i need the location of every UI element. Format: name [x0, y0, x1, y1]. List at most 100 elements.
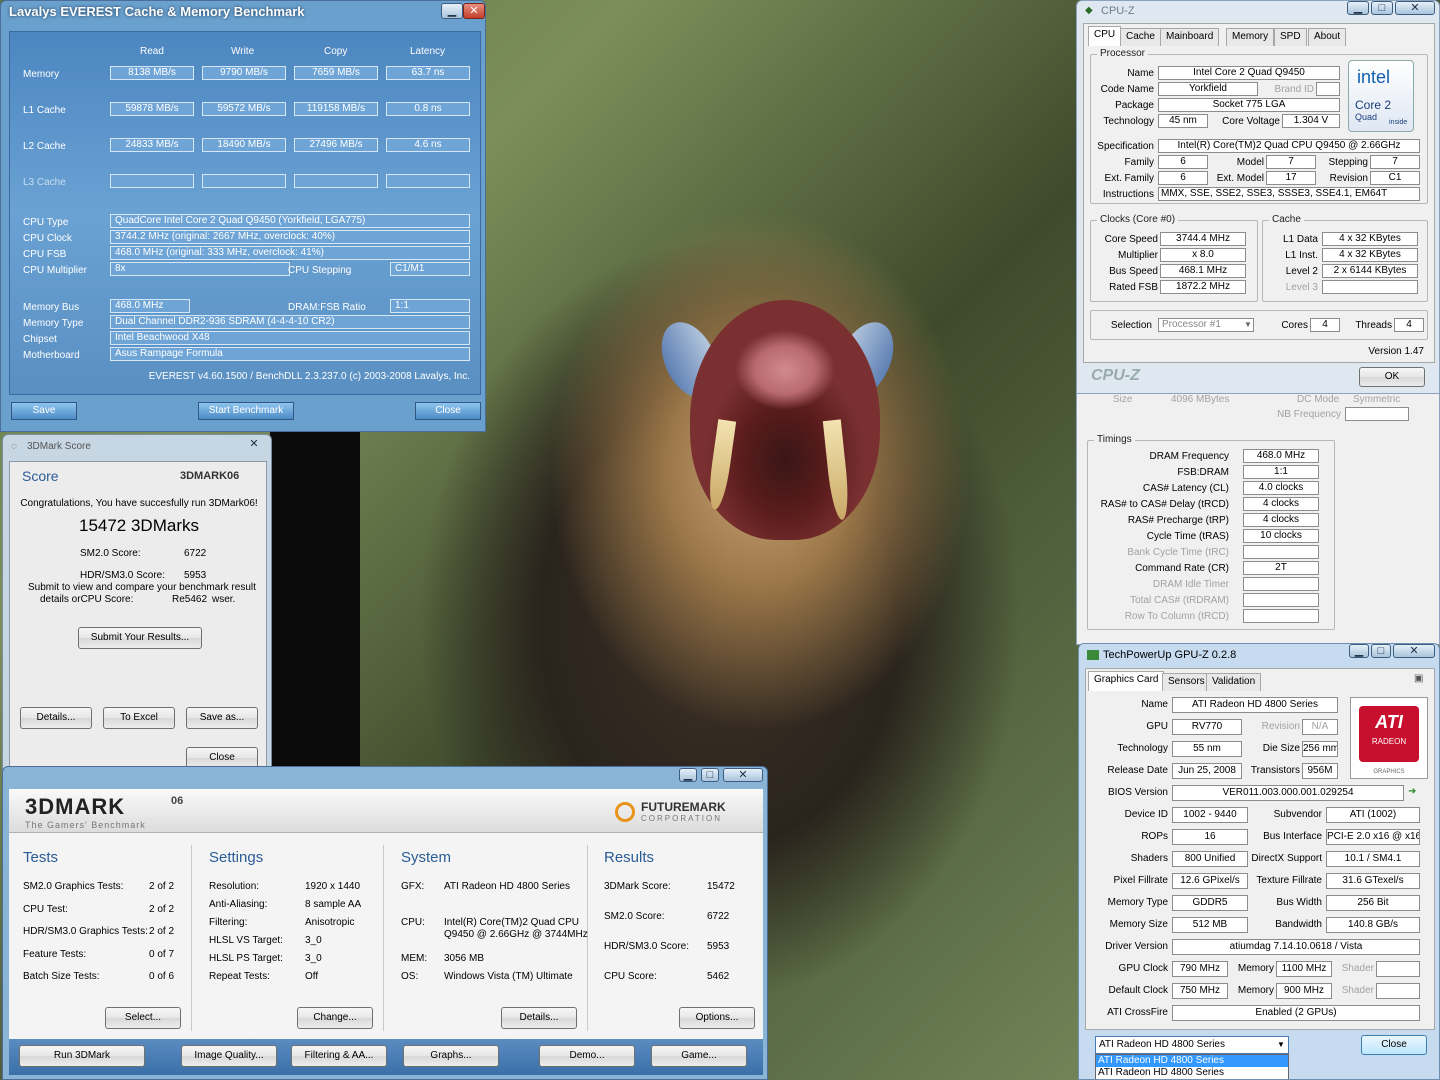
- cpuz-memory-window: Size 4096 MBytes DC Mode Symmetric NB Fr…: [1076, 393, 1440, 645]
- demo-button[interactable]: Demo...: [539, 1045, 635, 1067]
- cpu-type-value: QuadCore Intel Core 2 Quad Q9450 (Yorkfi…: [110, 214, 470, 228]
- dropdown-option[interactable]: ATI Radeon HD 4800 Series: [1096, 1055, 1288, 1067]
- close-button[interactable]: Close: [1361, 1035, 1427, 1055]
- change-button[interactable]: Change...: [297, 1007, 373, 1029]
- minimize-button[interactable]: ▁: [1349, 644, 1369, 658]
- field-label: Threads: [1355, 320, 1392, 331]
- close-button[interactable]: ✕: [1393, 644, 1435, 658]
- system-label: GFX:: [401, 881, 425, 892]
- cpu-stepping-value: C1/M1: [390, 262, 470, 276]
- tab-spd[interactable]: SPD: [1274, 28, 1307, 46]
- group-title: Processor: [1097, 48, 1149, 59]
- timing-label: FSB:DRAM: [1177, 467, 1229, 478]
- release-date: Jun 25, 2008: [1172, 763, 1242, 779]
- system-label: CPU:: [401, 917, 425, 928]
- gpuz-panel: Graphics Card Sensors Validation ▣ Name …: [1085, 668, 1435, 1030]
- game-button[interactable]: Game...: [651, 1045, 747, 1067]
- l1-inst: 4 x 32 KBytes: [1322, 248, 1418, 262]
- gpuz-window: TechPowerUp GPU-Z 0.2.8 ▁ □ ✕ Graphics C…: [1078, 643, 1440, 1080]
- bus-speed: 468.1 MHz: [1160, 264, 1246, 278]
- field-label: Revision: [1329, 173, 1368, 184]
- maximize-button[interactable]: □: [701, 768, 719, 782]
- cpuz-brand: CPU-Z: [1091, 367, 1140, 384]
- chevron-down-icon[interactable]: ▼: [1244, 319, 1252, 331]
- ok-button[interactable]: OK: [1359, 367, 1425, 387]
- minimize-button[interactable]: ▁: [441, 3, 463, 19]
- tab-graphics-card[interactable]: Graphics Card: [1088, 671, 1165, 691]
- cpuz-icon: ◆: [1085, 5, 1093, 16]
- details-button[interactable]: Details...: [20, 707, 92, 729]
- select-button[interactable]: Select...: [105, 1007, 181, 1029]
- maximize-button[interactable]: □: [1371, 644, 1391, 658]
- window-title: 3DMark Score: [27, 441, 91, 452]
- processor-select[interactable]: Processor #1: [1158, 318, 1254, 332]
- close-button[interactable]: ✕: [1395, 1, 1435, 15]
- filtering-aa-button[interactable]: Filtering & AA...: [291, 1045, 387, 1067]
- test-label: CPU Test:: [23, 904, 68, 915]
- minimize-button[interactable]: ▁: [1347, 1, 1369, 15]
- timing-value: [1243, 577, 1319, 591]
- tab-memory[interactable]: Memory: [1226, 28, 1275, 46]
- setting-label: Resolution:: [209, 881, 260, 892]
- divider: [191, 845, 192, 1031]
- col-read: Read: [140, 46, 164, 57]
- field-label: Package: [1115, 100, 1154, 111]
- close-button[interactable]: ✕: [243, 437, 265, 453]
- dc-mode: Symmetric: [1353, 394, 1401, 405]
- graphs-button[interactable]: Graphs...: [403, 1045, 499, 1067]
- to-excel-button[interactable]: To Excel: [103, 707, 175, 729]
- field-label: Specification: [1097, 141, 1154, 152]
- row-label: Memory: [23, 69, 60, 80]
- field-label: Release Date: [1107, 765, 1168, 776]
- tab-validation[interactable]: Validation: [1206, 673, 1262, 691]
- tab-sensors[interactable]: Sensors: [1162, 673, 1211, 691]
- tab-cpu[interactable]: CPU: [1088, 26, 1122, 46]
- futuremark-logo: FUTUREMARK: [641, 800, 726, 814]
- maximize-button[interactable]: □: [1371, 1, 1393, 15]
- dram-ratio-value: 1:1: [390, 299, 470, 313]
- chevron-down-icon[interactable]: ▼: [1277, 1039, 1285, 1051]
- version-label: Version 1.47: [1368, 346, 1424, 357]
- bios-export-icon[interactable]: ➜: [1408, 786, 1416, 798]
- result-value: 15472: [707, 881, 735, 892]
- save-as-button[interactable]: Save as...: [186, 707, 258, 729]
- default-shader-clock: [1376, 983, 1420, 999]
- minimize-button[interactable]: ▁: [679, 768, 697, 782]
- gpu-select[interactable]: ATI Radeon HD 4800 Series: [1095, 1036, 1289, 1054]
- system-gfx: ATI Radeon HD 4800 Series: [444, 881, 570, 892]
- field-label: Device ID: [1124, 809, 1168, 820]
- close-button[interactable]: ✕: [463, 3, 485, 19]
- field-label: Rated FSB: [1109, 282, 1158, 293]
- start-benchmark-button[interactable]: Start Benchmark: [198, 402, 294, 420]
- col-latency: Latency: [410, 46, 446, 57]
- timing-label: DRAM Idle Timer: [1152, 579, 1229, 590]
- driver-version: atiumdag 7.14.10.0618 / Vista: [1172, 939, 1420, 955]
- field-label: ATI CrossFire: [1107, 1007, 1168, 1018]
- close-button[interactable]: Close: [415, 402, 481, 420]
- field-label: Family: [1124, 157, 1154, 168]
- camera-icon[interactable]: ▣: [1414, 673, 1423, 685]
- options-button[interactable]: Options...: [679, 1007, 755, 1029]
- field-label: Driver Version: [1105, 941, 1168, 952]
- congrats-text: Congratulations, You have succesfully ru…: [20, 498, 258, 509]
- submit-results-button[interactable]: Submit Your Results...: [78, 627, 202, 649]
- cpu-multiplier-value: 8x: [110, 262, 290, 276]
- timing-label: Row To Column (tRCD): [1124, 611, 1229, 622]
- threads-value: 4: [1394, 318, 1424, 332]
- run-3dmark-button[interactable]: Run 3DMark: [19, 1045, 145, 1067]
- row-label: L1 Cache: [23, 105, 66, 116]
- field-label: Stepping: [1328, 157, 1368, 168]
- field-label: DirectX Support: [1251, 853, 1322, 864]
- dropdown-option[interactable]: ATI Radeon HD 4800 Series: [1096, 1067, 1288, 1079]
- image-quality-button[interactable]: Image Quality...: [181, 1045, 277, 1067]
- save-button[interactable]: Save: [11, 402, 77, 420]
- timing-label: Command Rate (CR): [1135, 563, 1229, 574]
- tab-cache[interactable]: Cache: [1120, 28, 1161, 46]
- tab-about[interactable]: About: [1308, 28, 1347, 46]
- close-button[interactable]: ✕: [723, 768, 763, 782]
- tab-mainboard[interactable]: Mainboard: [1160, 28, 1220, 46]
- quad-logo-text: Quad: [1355, 112, 1378, 122]
- info-label: Memory Bus: [23, 302, 80, 313]
- subvendor: ATI (1002): [1326, 807, 1420, 823]
- details-button[interactable]: Details...: [501, 1007, 577, 1029]
